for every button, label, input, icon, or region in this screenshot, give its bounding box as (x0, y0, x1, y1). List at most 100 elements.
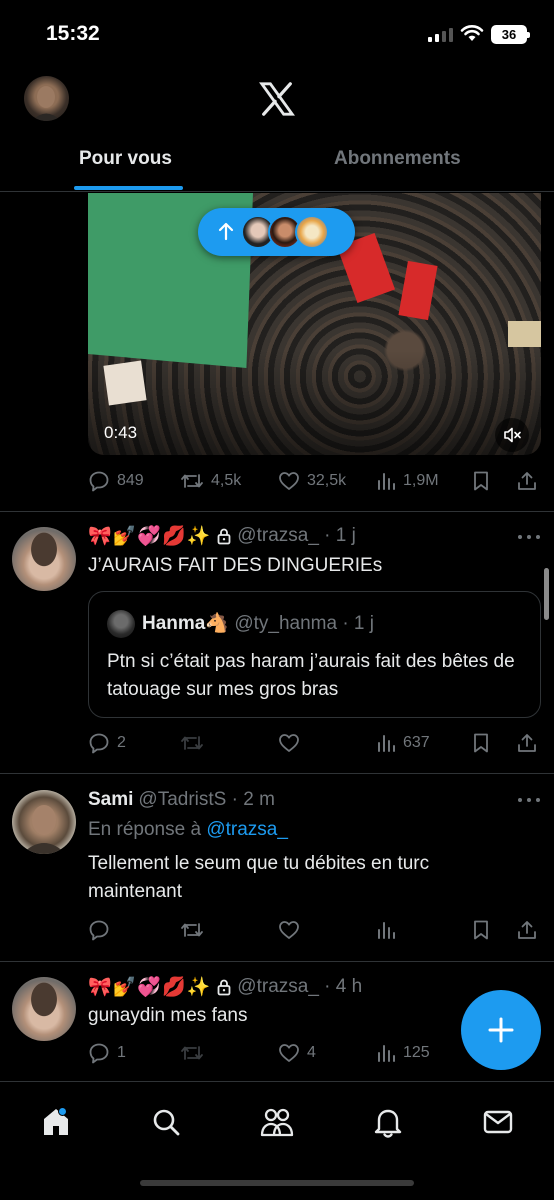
share-icon (518, 734, 536, 752)
nav-messages[interactable] (478, 1102, 518, 1142)
mute-button[interactable] (495, 418, 529, 452)
views-button[interactable] (376, 920, 396, 940)
bookmark-button[interactable] (471, 732, 491, 754)
reply-icon (89, 1043, 109, 1064)
repost-button[interactable] (180, 732, 211, 754)
tweet-text: Tellement le seum que tu débites en turc… (88, 853, 430, 902)
scrollbar[interactable] (544, 568, 549, 620)
tweet-avatar[interactable] (12, 527, 76, 591)
tweet-actions: 2 637 (88, 728, 543, 758)
muted-speaker-icon (504, 427, 521, 443)
tweet-header: 🎀💅💞💋✨ @trazsa_ · 4 h (88, 975, 362, 999)
bookmark-button[interactable] (471, 919, 491, 941)
search-icon (153, 1109, 180, 1136)
wifi-icon (460, 25, 484, 41)
display-name-emojis[interactable]: 🎀💅💞💋✨ (88, 975, 211, 999)
repost-button[interactable] (180, 919, 204, 941)
views-button[interactable]: 637 (376, 733, 430, 753)
nav-notifications[interactable] (368, 1102, 408, 1142)
profile-avatar[interactable] (24, 76, 69, 121)
notifications-icon (374, 1109, 402, 1138)
bookmark-icon (474, 920, 488, 940)
battery-indicator: 36 (491, 25, 530, 44)
repost-button[interactable] (180, 1042, 204, 1064)
home-header: Pour vous Abonnements (0, 70, 554, 192)
like-count: 32,5k (307, 472, 347, 489)
reply-count: 2 (117, 734, 126, 751)
like-button[interactable]: 32,5k (278, 471, 346, 491)
tab-following[interactable]: Abonnements (334, 148, 461, 170)
quoted-display-name: Hanma (142, 613, 206, 634)
views-count: 125 (403, 1044, 430, 1061)
tweet-header: 🎀💅💞💋✨ @trazsa_ · 1 j (88, 524, 356, 548)
views-button[interactable]: 125 (376, 1043, 430, 1063)
more-options-icon[interactable] (518, 535, 540, 541)
like-icon (279, 734, 299, 752)
nav-home[interactable] (36, 1102, 76, 1142)
compose-button[interactable] (461, 990, 541, 1070)
tweet-actions: 849 4,5k 32,5k 1,9M (88, 466, 543, 496)
reply-mention-link[interactable]: @trazsa_ (206, 819, 288, 840)
like-button[interactable]: 4 (278, 1043, 316, 1063)
share-button[interactable] (516, 732, 538, 754)
video-frame-flag (398, 260, 438, 321)
tweet-handle[interactable]: @trazsa_ · 4 h (237, 976, 362, 998)
tweet-text: J’AURAIS FAIT DES DINGUERIEs (88, 555, 383, 576)
communities-icon (260, 1108, 294, 1137)
tweet-avatar[interactable] (12, 790, 76, 854)
views-count: 1,9M (403, 472, 439, 489)
avatar (295, 215, 329, 249)
display-name-emojis[interactable]: 🎀💅💞💋✨ (88, 524, 211, 548)
like-button[interactable] (278, 733, 307, 753)
repost-icon (181, 474, 203, 488)
views-icon (378, 735, 395, 752)
tweet-avatar[interactable] (12, 977, 76, 1041)
share-button[interactable] (516, 470, 538, 492)
new-posts-button[interactable] (198, 208, 355, 256)
reply-button[interactable]: 849 (88, 470, 144, 492)
status-bar: 15:32 36 (0, 0, 554, 70)
divider (0, 773, 554, 774)
repost-button[interactable]: 4,5k (180, 470, 241, 492)
tab-for-you[interactable]: Pour vous (79, 148, 172, 170)
cellular-signal-icon (428, 26, 453, 42)
quoted-handle: @ty_hanma · 1 j (234, 613, 374, 634)
tweet-handle[interactable]: @trazsa_ · 1 j (237, 525, 356, 547)
home-indicator (140, 1180, 414, 1186)
like-button[interactable] (278, 920, 300, 940)
share-button[interactable] (516, 919, 538, 941)
reply-button[interactable] (88, 919, 110, 941)
like-icon (279, 472, 299, 490)
nav-communities[interactable] (257, 1102, 297, 1142)
tweet-handle[interactable]: @TadristS · 2 m (138, 789, 274, 811)
nav-search[interactable] (146, 1102, 186, 1142)
tweet-display-name[interactable]: Sami (88, 789, 133, 811)
new-content-dot (58, 1107, 67, 1116)
quoted-name-emoji: 🐴 (205, 613, 230, 634)
reply-count: 849 (117, 472, 144, 489)
views-button[interactable]: 1,9M (376, 471, 439, 491)
x-logo-icon (259, 82, 295, 116)
video-duration: 0:43 (104, 423, 138, 442)
reply-button[interactable]: 2 (88, 732, 126, 754)
video-frame-sign (508, 321, 541, 347)
bookmark-button[interactable] (471, 470, 491, 492)
repost-icon (181, 923, 203, 937)
active-tab-indicator (74, 186, 183, 190)
lock-icon (217, 979, 231, 996)
reply-icon (89, 920, 109, 941)
home-icon (44, 1109, 68, 1135)
status-time: 15:32 (46, 22, 100, 45)
views-count: 637 (403, 734, 430, 751)
tweet-header: Sami @TadristS · 2 m (88, 789, 275, 811)
arrow-up-icon (218, 222, 234, 241)
views-icon (378, 922, 395, 939)
divider (0, 511, 554, 512)
quoted-text: Ptn si c’était pas haram j’aurais fait d… (107, 651, 515, 700)
plus-icon (488, 1017, 514, 1043)
quoted-tweet[interactable]: Hanma🐴 @ty_hanma · 1 j Ptn si c’était pa… (88, 591, 541, 718)
reply-button[interactable]: 1 (88, 1042, 126, 1064)
more-options-icon[interactable] (518, 798, 540, 804)
repost-icon (181, 736, 203, 750)
views-icon (378, 1045, 395, 1062)
